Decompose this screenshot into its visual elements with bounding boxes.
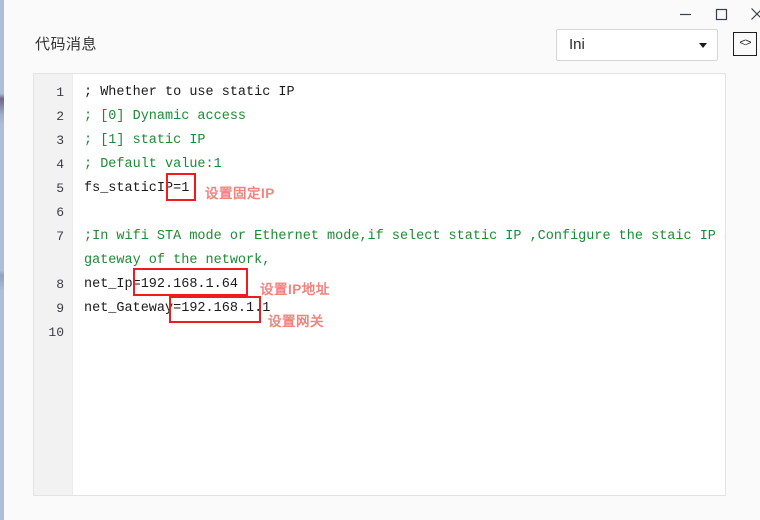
code-view-toggle-button[interactable]: <> xyxy=(733,32,757,56)
code-line[interactable]: ; [0] Dynamic access xyxy=(84,105,246,129)
code-brackets-icon: <> xyxy=(739,38,751,50)
code-line[interactable]: net_Gateway=192.168.1.1 xyxy=(84,297,270,321)
minimize-icon xyxy=(679,13,691,15)
code-editor[interactable]: 1 2 3 4 5 6 7 8 9 10 ; Whether to use static IP; … xyxy=(33,73,726,496)
annotation-box-static-ip-label: 设置固定IP xyxy=(205,186,275,201)
title-bar xyxy=(4,0,760,28)
line-number: 3 xyxy=(56,133,64,148)
code-line[interactable]: fs_staticIP=1 xyxy=(84,177,189,201)
code-line[interactable]: gateway of the network, xyxy=(84,249,270,273)
maximize-button[interactable] xyxy=(701,0,741,28)
language-select[interactable]: Ini xyxy=(556,29,718,61)
app-window: 代码消息 Ini <> 1 2 3 4 5 6 7 8 9 10 ; Whether to use… xyxy=(4,0,760,520)
annotation-box-net-gateway-label: 设置网关 xyxy=(268,314,324,329)
code-line[interactable]: ; Default value:1 xyxy=(84,153,222,177)
line-number: 6 xyxy=(56,205,64,220)
code-line[interactable]: ; [1] static IP xyxy=(84,129,206,153)
annotation-box-net-ip-label: 设置IP地址 xyxy=(260,282,330,297)
line-number: 1 xyxy=(56,85,64,100)
line-number: 5 xyxy=(56,181,64,196)
close-button[interactable] xyxy=(737,0,760,28)
line-number-gutter: 1 2 3 4 5 6 7 8 9 10 xyxy=(34,74,73,495)
line-number: 7 xyxy=(56,229,64,244)
code-line[interactable]: net_Ip=192.168.1.64 xyxy=(84,273,238,297)
line-number: 8 xyxy=(56,277,64,292)
minimize-button[interactable] xyxy=(665,0,705,28)
line-number: 4 xyxy=(56,157,64,172)
line-number: 10 xyxy=(48,325,64,340)
close-icon xyxy=(751,8,760,20)
language-select-value: Ini xyxy=(569,36,585,53)
page-title: 代码消息 xyxy=(35,36,98,53)
line-number: 9 xyxy=(56,301,64,316)
maximize-icon xyxy=(715,8,727,20)
code-content-area[interactable]: ; Whether to use static IP; [0] Dynamic … xyxy=(74,74,725,495)
code-line[interactable]: ; Whether to use static IP xyxy=(84,81,295,105)
code-line[interactable]: ;In wifi STA mode or Ethernet mode,if se… xyxy=(84,225,725,249)
line-number: 2 xyxy=(56,109,64,124)
chevron-down-icon xyxy=(699,43,707,48)
